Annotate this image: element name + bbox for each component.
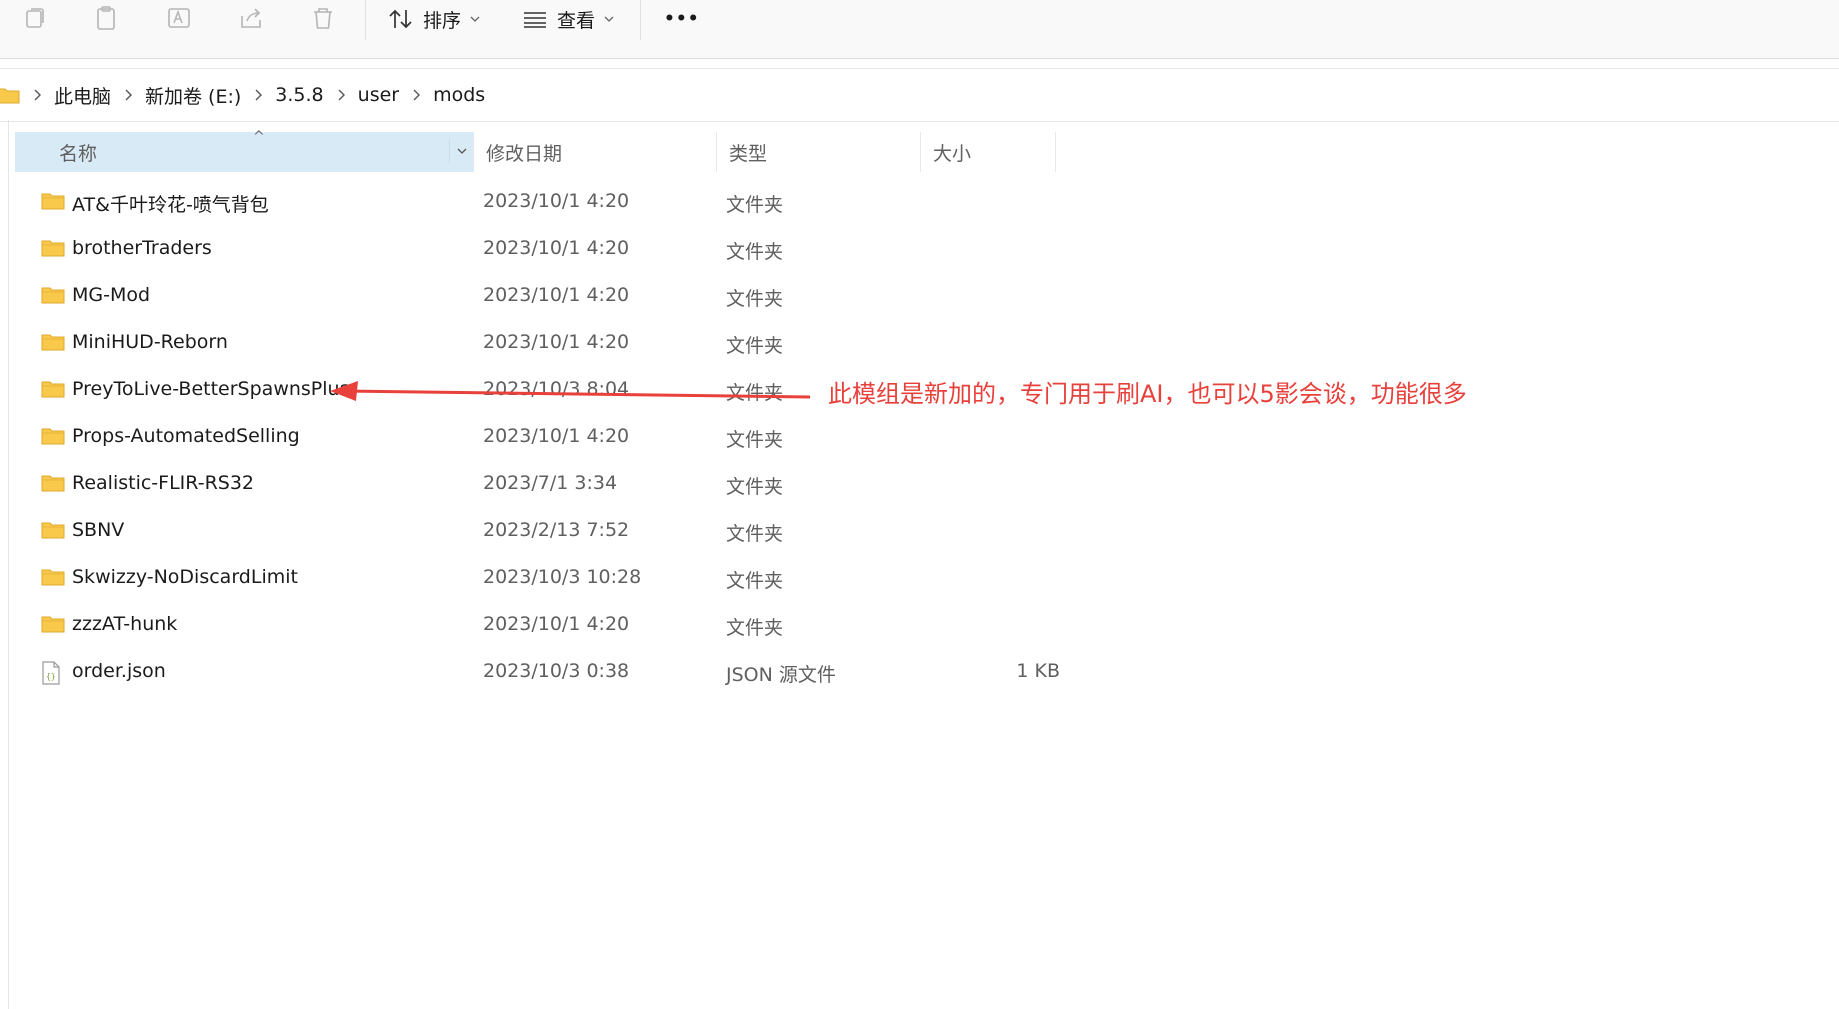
column-header-type[interactable]: 类型	[717, 132, 920, 172]
chevron-down-icon	[469, 15, 481, 23]
file-name: Props-AutomatedSelling	[72, 425, 300, 447]
file-date: 2023/10/3 8:04	[483, 378, 630, 400]
folder-icon	[0, 85, 20, 105]
file-date: 2023/10/3 10:28	[483, 566, 642, 588]
file-type: 文件夹	[726, 476, 784, 498]
breadcrumb-item[interactable]: 此电脑	[54, 82, 111, 109]
breadcrumb-item[interactable]: mods	[433, 84, 485, 106]
file-row[interactable]: Props-AutomatedSelling 2023/10/1 4:20 文件夹	[15, 414, 1055, 461]
file-date: 2023/10/1 4:20	[483, 331, 630, 353]
file-type: 文件夹	[726, 523, 784, 545]
command-bar: 排序 查看 •••	[0, 0, 1839, 59]
chevron-right-icon	[32, 88, 42, 102]
folder-icon	[41, 332, 65, 354]
file-row[interactable]: MiniHUD-Reborn 2023/10/1 4:20 文件夹	[15, 320, 1055, 367]
rename-icon[interactable]	[163, 2, 197, 36]
file-type: 文件夹	[726, 429, 784, 451]
copy-icon[interactable]	[18, 2, 52, 36]
file-row[interactable]: Realistic-FLIR-RS32 2023/7/1 3:34 文件夹	[15, 461, 1055, 508]
breadcrumb: 此电脑 新加卷 (E:) 3.5.8 user mods	[0, 82, 485, 109]
file-row[interactable]: MG-Mod 2023/10/1 4:20 文件夹	[15, 273, 1055, 320]
folder-icon	[41, 614, 65, 636]
share-icon[interactable]	[235, 2, 269, 36]
file-name: AT&千叶玲花-喷气背包	[72, 194, 269, 216]
paste-icon[interactable]	[90, 2, 124, 36]
folder-icon	[41, 426, 65, 448]
file-type: JSON 源文件	[726, 664, 836, 686]
file-row[interactable]: Skwizzy-NoDiscardLimit 2023/10/3 10:28 文件夹	[15, 555, 1055, 602]
more-options-button[interactable]: •••	[664, 2, 700, 36]
file-date: 2023/10/1 4:20	[483, 284, 630, 306]
file-type: 文件夹	[726, 335, 784, 357]
svg-text:{}: {}	[46, 672, 56, 681]
file-type: 文件夹	[726, 194, 784, 216]
view-label: 查看	[557, 9, 596, 32]
file-date: 2023/10/3 0:38	[483, 660, 630, 682]
file-type: 文件夹	[726, 241, 784, 263]
folder-icon	[41, 379, 65, 401]
file-name: Realistic-FLIR-RS32	[72, 472, 255, 494]
file-date: 2023/10/1 4:20	[483, 425, 630, 447]
file-date: 2023/10/1 4:20	[483, 190, 630, 212]
file-date: 2023/10/1 4:20	[483, 613, 630, 635]
file-row[interactable]: AT&千叶玲花-喷气背包 2023/10/1 4:20 文件夹	[15, 179, 1055, 226]
address-bar[interactable]: 此电脑 新加卷 (E:) 3.5.8 user mods	[0, 68, 1839, 122]
delete-icon[interactable]	[306, 2, 340, 36]
column-header-size[interactable]: 大小	[921, 132, 1055, 172]
breadcrumb-item[interactable]: user	[358, 84, 399, 106]
breadcrumb-item[interactable]: 新加卷 (E:)	[145, 82, 241, 109]
file-name: Skwizzy-NoDiscardLimit	[72, 566, 298, 588]
folder-icon	[41, 567, 65, 589]
annotation-text: 此模组是新加的，专门用于刷AI，也可以5影会谈，功能很多	[828, 380, 1467, 408]
folder-icon	[41, 473, 65, 495]
folder-icon	[41, 238, 65, 260]
toolbar-separator	[640, 0, 641, 40]
breadcrumb-item[interactable]: 3.5.8	[275, 84, 323, 106]
folder-icon	[41, 285, 65, 307]
chevron-down-icon	[603, 15, 615, 23]
folder-icon	[41, 191, 65, 213]
file-type: 文件夹	[726, 288, 784, 310]
file-date: 2023/2/13 7:52	[483, 519, 630, 541]
chevron-right-icon	[253, 88, 263, 102]
file-size: 1 KB	[1016, 660, 1060, 682]
file-row[interactable]: SBNV 2023/2/13 7:52 文件夹	[15, 508, 1055, 555]
chevron-right-icon	[411, 88, 421, 102]
file-type: 文件夹	[726, 570, 784, 592]
view-menu-button[interactable]: 查看	[522, 2, 615, 36]
file-name: PreyToLive-BetterSpawnsPlus	[72, 378, 350, 400]
file-name: MiniHUD-Reborn	[72, 331, 228, 353]
navigation-pane-edge	[0, 120, 9, 1009]
file-date: 2023/7/1 3:34	[483, 472, 618, 494]
json-file-icon: {}	[41, 661, 65, 685]
file-name: SBNV	[72, 519, 125, 541]
file-type: 文件夹	[726, 617, 784, 639]
view-list-icon	[522, 9, 548, 29]
column-divider[interactable]	[716, 132, 717, 172]
column-divider[interactable]	[473, 132, 474, 172]
chevron-right-icon	[123, 88, 133, 102]
sort-label: 排序	[423, 9, 462, 32]
sort-menu-button[interactable]: 排序	[388, 2, 481, 36]
sort-icon	[388, 8, 414, 30]
file-date: 2023/10/1 4:20	[483, 237, 630, 259]
folder-icon	[41, 520, 65, 542]
file-name: brotherTraders	[72, 237, 212, 259]
toolbar-separator	[365, 0, 366, 40]
file-type: 文件夹	[726, 382, 784, 404]
column-header-date[interactable]: 修改日期	[474, 132, 716, 172]
file-row[interactable]: zzzAT-hunk 2023/10/1 4:20 文件夹	[15, 602, 1055, 649]
column-header-name[interactable]: 名称	[15, 132, 473, 172]
file-row[interactable]: {} order.json 2023/10/3 0:38 JSON 源文件 1 KB	[15, 649, 1060, 696]
column-divider[interactable]	[1055, 132, 1056, 172]
sort-ascending-icon: ^	[253, 129, 265, 145]
column-divider[interactable]	[920, 132, 921, 172]
file-name: zzzAT-hunk	[72, 613, 178, 635]
file-name: order.json	[72, 660, 166, 682]
column-dropdown-icon[interactable]	[449, 139, 474, 163]
file-row[interactable]: brotherTraders 2023/10/1 4:20 文件夹	[15, 226, 1055, 273]
chevron-right-icon	[336, 88, 346, 102]
file-name: MG-Mod	[72, 284, 151, 306]
